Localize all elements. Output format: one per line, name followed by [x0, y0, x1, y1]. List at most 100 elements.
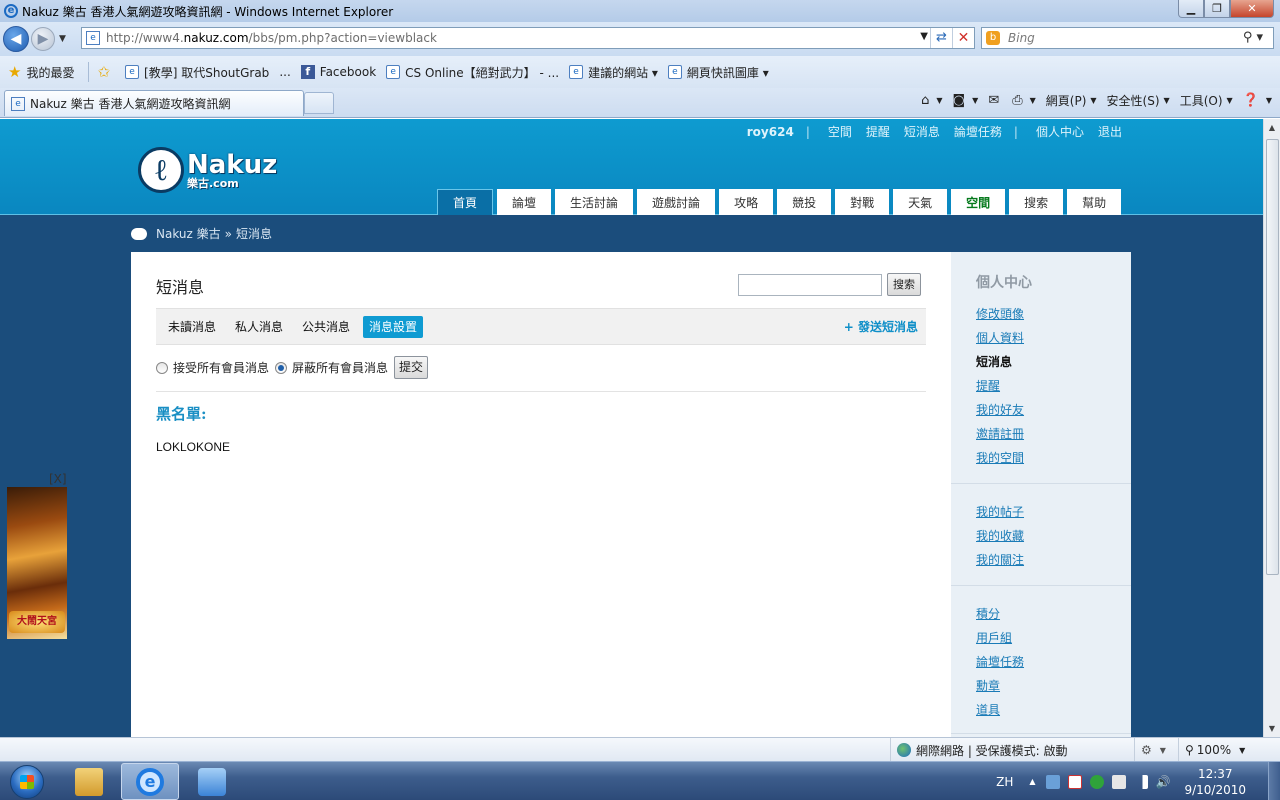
- username-link[interactable]: roy624: [747, 125, 794, 139]
- accept-all-label[interactable]: 接受所有會員消息: [173, 359, 269, 376]
- taskbar-explorer[interactable]: [60, 763, 118, 800]
- maximize-button[interactable]: ❐: [1204, 0, 1230, 18]
- toplink-space[interactable]: 空間: [828, 123, 852, 140]
- sidebar-item-following[interactable]: 我的關注: [976, 551, 1024, 568]
- security-zone[interactable]: 網際網路 | 受保護模式: 啟動: [890, 738, 1068, 762]
- breadcrumb-home-link[interactable]: Nakuz 樂古: [156, 225, 221, 242]
- sidebar-item-reminders[interactable]: 提醒: [976, 377, 1000, 394]
- favorite-link-shoutgrab[interactable]: e [教學] 取代ShoutGrab: [125, 64, 269, 81]
- add-to-favorites-button[interactable]: ✩: [93, 63, 115, 81]
- nav-forum[interactable]: 論壇: [497, 189, 552, 215]
- tray-green-icon[interactable]: [1089, 774, 1104, 789]
- show-desktop-button[interactable]: [1268, 762, 1280, 800]
- sidebar-item-tasks[interactable]: 論壇任務: [976, 653, 1024, 670]
- nav-auction[interactable]: 競投: [777, 189, 832, 215]
- pm-search-button[interactable]: 搜索: [887, 273, 921, 296]
- sidebar-item-avatar[interactable]: 修改頭像: [976, 305, 1024, 322]
- sidebar-item-messages[interactable]: 短消息: [976, 353, 1012, 370]
- page-menu[interactable]: 網頁(P) ▼: [1046, 92, 1097, 109]
- nav-life[interactable]: 生活討論: [555, 189, 634, 215]
- safety-menu[interactable]: 安全性(S) ▼: [1107, 92, 1170, 109]
- close-window-button[interactable]: ✕: [1230, 0, 1274, 18]
- toplink-tasks[interactable]: 論壇任務: [954, 123, 1002, 140]
- favorite-suggested-sites[interactable]: e 建議的網站 ▾: [569, 64, 658, 81]
- tab-unread[interactable]: 未讀消息: [162, 316, 222, 338]
- read-mail-button[interactable]: ✉: [988, 93, 1002, 108]
- start-button[interactable]: [4, 763, 50, 800]
- search-icon[interactable]: ⚲ ▾: [1243, 30, 1263, 45]
- sidebar-item-friends[interactable]: 我的好友: [976, 401, 1024, 418]
- site-logo[interactable]: ℓ Nakuz 樂古.com: [138, 147, 277, 193]
- sidebar-item-favorites[interactable]: 我的收藏: [976, 527, 1024, 544]
- address-bar[interactable]: e http://www4.nakuz.com/bbs/pm.php?actio…: [81, 27, 975, 49]
- compose-message-link[interactable]: + 發送短消息: [844, 318, 918, 335]
- nav-space[interactable]: 空間: [951, 189, 1006, 215]
- toplink-logout[interactable]: 退出: [1098, 123, 1122, 140]
- sidebar-item-my-posts[interactable]: 我的帖子: [976, 503, 1024, 520]
- address-dropdown-icon[interactable]: ▼: [920, 31, 928, 42]
- new-tab-button[interactable]: [304, 92, 334, 114]
- tab-public[interactable]: 公共消息: [296, 316, 356, 338]
- toplink-reminders[interactable]: 提醒: [866, 123, 890, 140]
- nav-search[interactable]: 搜索: [1009, 189, 1064, 215]
- nav-guides[interactable]: 攻略: [719, 189, 774, 215]
- block-all-radio[interactable]: [275, 361, 288, 374]
- print-button[interactable]: ⎙ ▼: [1012, 93, 1036, 108]
- favorite-link-cs-online[interactable]: e CS Online【絕對武力】 - ...: [386, 64, 559, 81]
- submit-button[interactable]: 提交: [394, 356, 429, 379]
- scroll-down-icon[interactable]: ▼: [1264, 720, 1280, 737]
- language-indicator[interactable]: ZH: [996, 775, 1013, 789]
- minimize-button[interactable]: ▁: [1178, 0, 1204, 18]
- forward-button[interactable]: ▶: [31, 27, 55, 51]
- sidebar-item-medals[interactable]: 勳章: [976, 677, 1000, 694]
- accept-all-radio[interactable]: [156, 361, 168, 374]
- block-all-label[interactable]: 屏蔽所有會員消息: [292, 359, 388, 376]
- home-button[interactable]: ⌂ ▼: [921, 93, 942, 108]
- search-box[interactable]: b Bing ⚲ ▾: [981, 27, 1274, 49]
- address-url[interactable]: http://www4.nakuz.com/bbs/pm.php?action=…: [106, 31, 437, 45]
- taskbar-internet-explorer[interactable]: e: [121, 763, 179, 800]
- nav-weather[interactable]: 天氣: [893, 189, 948, 215]
- sidebar-item-items[interactable]: 道具: [976, 701, 1000, 718]
- recent-pages-dropdown[interactable]: ▼: [59, 34, 66, 44]
- tools-menu[interactable]: 工具(O) ▼: [1180, 92, 1233, 109]
- sidebar-item-my-space[interactable]: 我的空間: [976, 449, 1024, 466]
- back-button[interactable]: ◀: [3, 26, 29, 52]
- sidebar-item-credits[interactable]: 積分: [976, 605, 1000, 622]
- pm-search-input[interactable]: [738, 274, 882, 296]
- browser-tab-active[interactable]: e Nakuz 樂古 香港人氣網遊攻略資訊網: [4, 90, 304, 116]
- ad-close-button[interactable]: [X]: [49, 472, 67, 486]
- nav-battle[interactable]: 對戰: [835, 189, 890, 215]
- favorites-button[interactable]: ★ 我的最愛: [0, 63, 74, 81]
- protected-mode-button[interactable]: ⚙ ▼: [1134, 738, 1176, 762]
- floating-ad-banner[interactable]: 大鬧天宮: [7, 487, 67, 639]
- favorite-link-facebook[interactable]: f Facebook: [300, 65, 376, 79]
- sidebar-item-usergroup[interactable]: 用戶組: [976, 629, 1012, 646]
- toplink-messages[interactable]: 短消息: [904, 123, 940, 140]
- scroll-up-icon[interactable]: ▲: [1264, 119, 1280, 136]
- search-placeholder[interactable]: Bing: [1008, 31, 1035, 45]
- show-hidden-icons-icon[interactable]: ▲: [1029, 777, 1035, 786]
- toplink-profile-center[interactable]: 個人中心: [1036, 123, 1084, 140]
- taskbar-network-app[interactable]: [183, 763, 241, 800]
- stop-icon[interactable]: ✕: [952, 28, 974, 48]
- feeds-button[interactable]: ◙ ▼: [953, 93, 979, 108]
- nav-games[interactable]: 遊戲討論: [637, 189, 716, 215]
- vertical-scrollbar[interactable]: ▲ ▼: [1263, 119, 1280, 737]
- favorite-overflow[interactable]: ...: [279, 65, 290, 79]
- nav-help[interactable]: 幫助: [1067, 189, 1122, 215]
- power-icon[interactable]: [1111, 774, 1126, 789]
- nav-home[interactable]: 首頁: [437, 189, 494, 215]
- volume-icon[interactable]: 🔊: [1156, 775, 1171, 789]
- sidebar-item-profile[interactable]: 個人資料: [976, 329, 1024, 346]
- help-menu[interactable]: ❓ ▼: [1243, 93, 1272, 108]
- zoom-button[interactable]: ⚲ 100% ▼: [1178, 738, 1245, 762]
- tab-settings[interactable]: 消息設置: [363, 316, 424, 338]
- tab-private[interactable]: 私人消息: [229, 316, 289, 338]
- clock[interactable]: 12:37 9/10/2010: [1184, 766, 1246, 798]
- scroll-thumb[interactable]: [1266, 139, 1279, 575]
- network-signal-icon[interactable]: [1133, 774, 1148, 789]
- refresh-icon[interactable]: ⇄: [930, 28, 952, 48]
- action-center-flag-icon[interactable]: [1067, 774, 1082, 789]
- favorite-web-slice-gallery[interactable]: e 網頁快訊圖庫 ▾: [667, 64, 769, 81]
